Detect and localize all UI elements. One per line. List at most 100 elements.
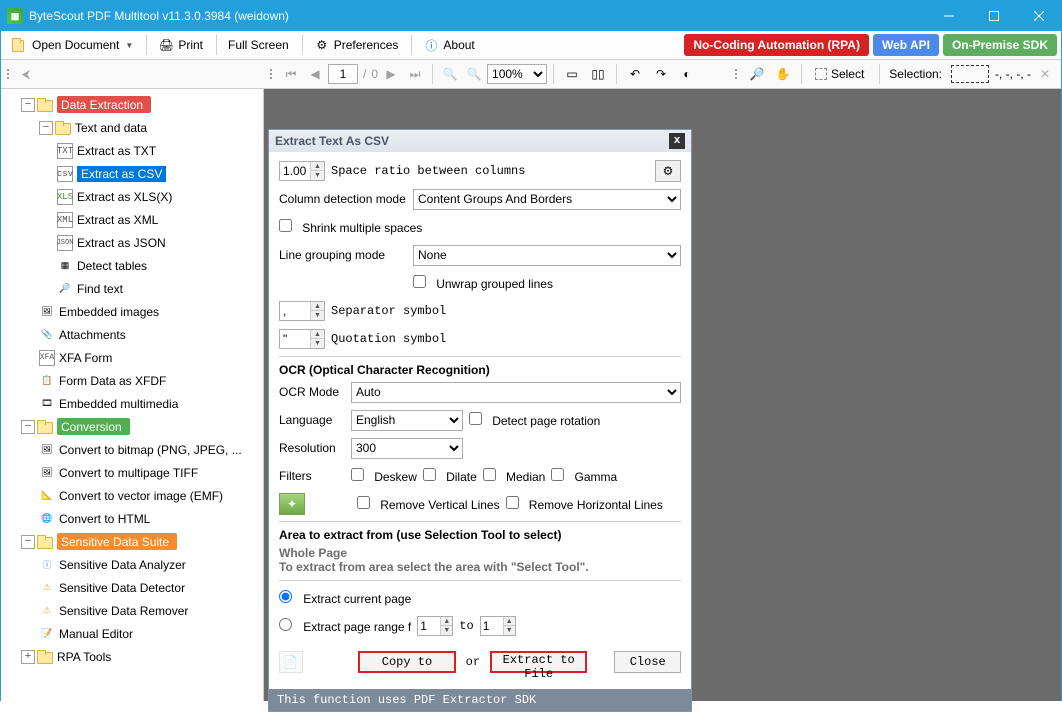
dilate-checkbox[interactable]: Dilate [423, 468, 477, 485]
preferences-button[interactable]: ⚙ Preferences [307, 34, 406, 56]
two-page-button[interactable]: ▯▯ [586, 63, 610, 85]
leaf-extract-txt[interactable]: TXTExtract as TXT [1, 139, 263, 162]
first-page-button[interactable]: ⏮ [280, 63, 302, 85]
rotate-left-button[interactable]: ↶ [623, 63, 647, 85]
selection-value: -, -, -, - [995, 67, 1031, 81]
separator-spinner[interactable]: ▲▼ [279, 301, 325, 321]
gamma-checkbox[interactable]: Gamma [551, 468, 617, 485]
node-rpa-tools[interactable]: +RPA Tools [1, 645, 263, 668]
copy-to-button[interactable]: Copy to [358, 651, 455, 673]
detect-rotation-checkbox[interactable]: Detect page rotation [469, 412, 600, 429]
toolbar-grip[interactable] [268, 69, 274, 79]
last-page-button[interactable]: ⏭ [404, 63, 426, 85]
maximize-button[interactable] [971, 1, 1016, 31]
main-toolbar: Open Document ▼ 🖨 Print Full Screen ⚙ Pr… [1, 31, 1061, 60]
clear-selection-button[interactable]: ✕ [1033, 63, 1057, 85]
space-ratio-spinner[interactable]: ▲▼ [279, 161, 325, 181]
select-tool-button[interactable]: Select [808, 63, 871, 85]
filter-preset-button[interactable]: ✦ [279, 493, 305, 515]
node-sensitive[interactable]: −Sensitive Data Suite [1, 530, 263, 553]
node-conversion[interactable]: −Conversion [1, 415, 263, 438]
resolution-select[interactable]: 300 [351, 438, 463, 459]
next-page-button[interactable]: ▶ [380, 63, 402, 85]
node-text-and-data[interactable]: −Text and data [1, 116, 263, 139]
sdk-pill[interactable]: On-Premise SDK [943, 34, 1057, 56]
node-data-extraction[interactable]: −Data Extraction [1, 93, 263, 116]
leaf-find-text[interactable]: 🔎Find text [1, 277, 263, 300]
settings-button[interactable]: ⚙ [655, 160, 681, 182]
quotation-spinner[interactable]: ▲▼ [279, 329, 325, 349]
panel-header[interactable]: Extract Text As CSV x [269, 130, 691, 152]
col-detect-select[interactable]: Content Groups And Borders [413, 189, 681, 210]
toolbar-grip[interactable] [733, 69, 739, 79]
zoom-select[interactable]: 100% [487, 64, 547, 84]
csv-icon: csv [57, 166, 73, 182]
minimize-button[interactable] [926, 1, 971, 31]
page-input[interactable] [328, 64, 358, 84]
contrast-button[interactable]: ◐ [675, 63, 699, 85]
binoculars-icon[interactable]: 🔎 [745, 63, 769, 85]
line-group-select[interactable]: None [413, 245, 681, 266]
leaf-extract-csv[interactable]: csvExtract as CSV [1, 162, 263, 185]
leaf-sens-remover[interactable]: ⚠Sensitive Data Remover [1, 599, 263, 622]
rotate-right-button[interactable]: ↷ [649, 63, 673, 85]
leaf-sens-analyzer[interactable]: ⓘSensitive Data Analyzer [1, 553, 263, 576]
app-icon: ▦ [7, 8, 23, 24]
leaf-extract-xml[interactable]: XMLExtract as XML [1, 208, 263, 231]
about-button[interactable]: ⓘ About [416, 34, 481, 56]
leaf-conv-tiff[interactable]: 🖼Convert to multipage TIFF [1, 461, 263, 484]
quotation-label: Quotation symbol [331, 332, 446, 346]
language-select[interactable]: English [351, 410, 463, 431]
collapse-icon[interactable]: − [21, 535, 35, 549]
leaf-sens-detector[interactable]: ⚠Sensitive Data Detector [1, 576, 263, 599]
leaf-conv-vector[interactable]: 📐Convert to vector image (EMF) [1, 484, 263, 507]
hand-tool-button[interactable]: ✋ [771, 63, 795, 85]
open-document-button[interactable]: Open Document ▼ [5, 34, 140, 56]
median-checkbox[interactable]: Median [483, 468, 546, 485]
zoom-out-button[interactable]: 🔍 [439, 63, 461, 85]
range-to-spinner[interactable]: ▲▼ [480, 616, 516, 636]
leaf-conv-html[interactable]: 🌐Convert to HTML [1, 507, 263, 530]
ocr-mode-select[interactable]: Auto [351, 382, 681, 403]
remove-hlines-checkbox[interactable]: Remove Horizontal Lines [506, 496, 663, 513]
leaf-embedded-images[interactable]: 🖼Embedded images [1, 300, 263, 323]
leaf-embedded-mm[interactable]: 🎞Embedded multimedia [1, 392, 263, 415]
leaf-form-data[interactable]: 📋Form Data as XFDF [1, 369, 263, 392]
panel-close-button[interactable]: x [669, 133, 685, 149]
extract-to-file-button[interactable]: Extract to File [490, 651, 587, 673]
collapse-icon[interactable]: − [21, 98, 35, 112]
remove-vlines-checkbox[interactable]: Remove Vertical Lines [357, 496, 500, 513]
expand-icon[interactable]: + [21, 650, 35, 664]
leaf-attachments[interactable]: 📎Attachments [1, 323, 263, 346]
shrink-checkbox[interactable]: Shrink multiple spaces [279, 219, 422, 236]
leaf-extract-json[interactable]: JSONExtract as JSON [1, 231, 263, 254]
rpa-pill[interactable]: No-Coding Automation (RPA) [684, 34, 869, 56]
fullscreen-button[interactable]: Full Screen [221, 34, 296, 56]
collapse-button[interactable]: ⮜ [15, 63, 37, 85]
leaf-detect-tables[interactable]: ▦Detect tables [1, 254, 263, 277]
extract-current-radio[interactable]: Extract current page [279, 590, 411, 607]
zoom-in-button[interactable]: 🔍 [463, 63, 485, 85]
toolbar-grip[interactable] [5, 69, 11, 79]
sidebar-tree[interactable]: −Data Extraction −Text and data TXTExtra… [1, 89, 264, 701]
single-page-button[interactable]: ▭ [560, 63, 584, 85]
leaf-manual-editor[interactable]: 📝Manual Editor [1, 622, 263, 645]
leaf-conv-bitmap[interactable]: 🖼Convert to bitmap (PNG, JPEG, ... [1, 438, 263, 461]
extract-range-radio[interactable]: Extract page range f [279, 618, 411, 635]
chevron-up-icon[interactable]: ▲ [310, 162, 324, 171]
leaf-xfa-form[interactable]: XFAXFA Form [1, 346, 263, 369]
close-panel-button[interactable]: Close [614, 651, 681, 673]
collapse-icon[interactable]: − [21, 420, 35, 434]
unwrap-checkbox[interactable]: Unwrap grouped lines [413, 275, 553, 292]
prev-page-button[interactable]: ◀ [304, 63, 326, 85]
webapi-pill[interactable]: Web API [873, 34, 939, 56]
collapse-icon[interactable]: − [39, 121, 53, 135]
chevron-down-icon[interactable]: ▼ [310, 171, 324, 180]
leaf-extract-xls[interactable]: XLSExtract as XLS(X) [1, 185, 263, 208]
print-button[interactable]: 🖨 Print [151, 34, 210, 56]
ocr-mode-label: OCR Mode [279, 385, 345, 399]
deskew-checkbox[interactable]: Deskew [351, 468, 417, 485]
close-button[interactable] [1016, 1, 1061, 31]
range-from-spinner[interactable]: ▲▼ [417, 616, 453, 636]
clipboard-button[interactable]: 📄 [279, 651, 303, 673]
